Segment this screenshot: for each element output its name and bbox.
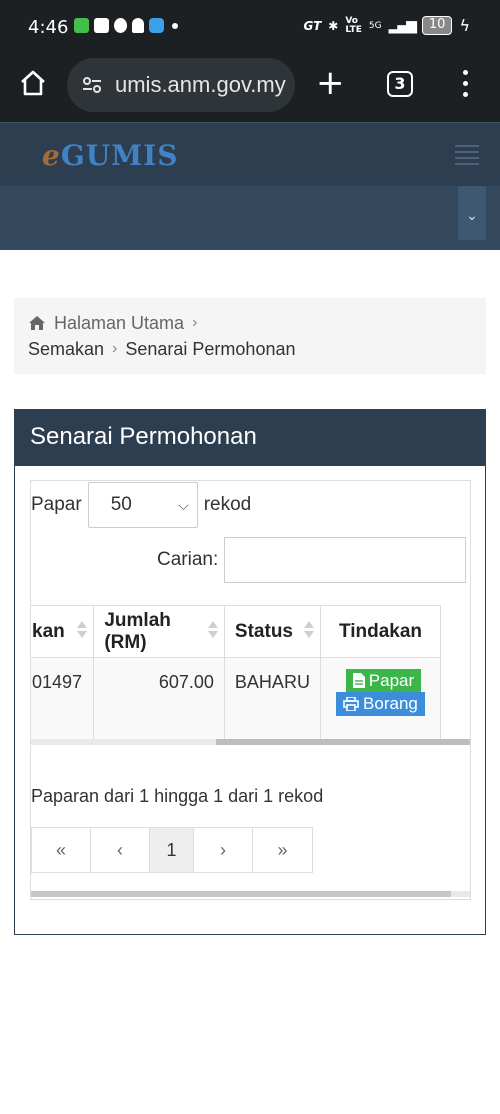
- sort-icon: [77, 621, 88, 638]
- site-settings-icon[interactable]: [81, 74, 103, 96]
- previous-page-button[interactable]: ‹: [91, 828, 150, 872]
- form-print-button[interactable]: Borang: [336, 692, 425, 716]
- address-bar[interactable]: umis.anm.gov.my: [67, 58, 295, 112]
- new-tab-icon[interactable]: +: [316, 66, 345, 100]
- view-button[interactable]: Papar: [345, 669, 422, 693]
- length-prefix-label: Papar: [31, 494, 82, 515]
- cell-reference: 01497: [31, 657, 95, 742]
- app-notification-icon: [149, 18, 164, 33]
- status-time: 4:46: [28, 17, 69, 38]
- breadcrumb-home-link[interactable]: Halaman Utama: [54, 313, 184, 334]
- current-page-button[interactable]: 1: [150, 828, 194, 872]
- column-header-status[interactable]: Status: [223, 605, 321, 658]
- chevron-right-icon: ›: [112, 340, 118, 357]
- messaging-app-icon: [74, 18, 89, 33]
- application-list-panel: Senarai Permohonan Papar 50 ⌵ rekod Cari…: [14, 409, 486, 935]
- hamburger-menu-icon[interactable]: [455, 145, 479, 169]
- url-text: umis.anm.gov.my: [115, 72, 286, 97]
- length-suffix-label: rekod: [203, 494, 252, 515]
- battery-icon: 10: [421, 16, 453, 35]
- breadcrumb: Halaman Utama › Semakan › Senarai Permoh…: [14, 298, 486, 374]
- panel-title: Senarai Permohonan: [15, 410, 485, 466]
- page-length-control: Papar 50 ⌵ rekod: [31, 481, 251, 529]
- first-page-button[interactable]: «: [32, 828, 91, 872]
- home-icon: [29, 316, 45, 330]
- chevron-down-icon[interactable]: ⌄: [458, 186, 486, 240]
- column-header-actions: Tindakan: [319, 605, 442, 658]
- sort-icon: [207, 621, 218, 638]
- gt-mode-icon: GT: [303, 18, 322, 33]
- bell-icon: [132, 18, 144, 33]
- egumis-logo[interactable]: eGUMIS: [42, 139, 178, 172]
- next-page-button[interactable]: ›: [194, 828, 253, 872]
- column-header-amount[interactable]: Jumlah (RM): [93, 605, 225, 658]
- file-icon: [352, 673, 365, 688]
- cell-status: BAHARU: [223, 657, 321, 742]
- print-icon: [343, 696, 359, 712]
- browser-toolbar: umis.anm.gov.my + 3: [0, 56, 500, 122]
- tab-switcher-button[interactable]: 3: [387, 71, 413, 97]
- search-input[interactable]: [224, 537, 467, 583]
- volte-icon: Vo LTE: [345, 15, 362, 35]
- status-bar: 4:46 GT ✱ Vo LTE 5G ▂▄▆ 10 ϟ: [0, 0, 500, 56]
- chevron-right-icon: ›: [192, 314, 198, 331]
- breadcrumb-current: Senarai Permohonan: [125, 338, 296, 359]
- panel-horizontal-scrollbar[interactable]: [31, 891, 470, 897]
- signal-icon: ▂▄▆: [388, 17, 417, 34]
- tiktok-icon: [114, 18, 127, 33]
- search-label: Carian:: [157, 549, 219, 570]
- table-info: Paparan dari 1 hingga 1 dari 1 rekod: [31, 786, 324, 806]
- notification-icons: [74, 18, 178, 33]
- applications-table: kan Jumlah (RM) Status Tindakan 01497 60…: [31, 605, 442, 742]
- cell-amount: 607.00: [93, 657, 225, 742]
- page-length-value: 50: [110, 494, 132, 515]
- sort-icon: [303, 621, 314, 638]
- pagination: « ‹ 1 › »: [31, 827, 313, 873]
- network-type-icon: 5G: [368, 20, 382, 31]
- app-header: eGUMIS: [0, 122, 500, 186]
- table-row: 01497 607.00 BAHARU Papar Borang: [31, 657, 442, 742]
- chevron-down-icon: ⌵: [178, 496, 189, 513]
- table-scroll-area[interactable]: kan Jumlah (RM) Status Tindakan 01497 60…: [31, 605, 470, 745]
- system-status-icons: GT ✱ Vo LTE 5G ▂▄▆ 10 ϟ: [303, 16, 470, 35]
- page-length-select[interactable]: 50 ⌵: [87, 482, 198, 528]
- more-notifications-dot-icon: [172, 22, 178, 29]
- table-header-row: kan Jumlah (RM) Status Tindakan: [31, 605, 442, 658]
- datatable-wrapper: Papar 50 ⌵ rekod Carian: kan Jumlah (RM)…: [30, 480, 471, 900]
- charging-icon: ϟ: [459, 16, 470, 35]
- home-icon[interactable]: [18, 68, 48, 98]
- sub-navigation-bar: ⌄: [0, 186, 500, 250]
- bluetooth-icon: ✱: [328, 18, 339, 33]
- cell-actions: Papar Borang: [319, 657, 442, 742]
- search-control: Carian:: [157, 537, 467, 583]
- table-horizontal-scrollbar[interactable]: [31, 739, 470, 745]
- column-header-reference[interactable]: kan: [31, 605, 95, 658]
- last-page-button[interactable]: »: [253, 828, 312, 872]
- youtube-icon: [94, 18, 109, 33]
- breadcrumb-semakan[interactable]: Semakan: [28, 339, 104, 360]
- browser-menu-icon[interactable]: [463, 70, 469, 98]
